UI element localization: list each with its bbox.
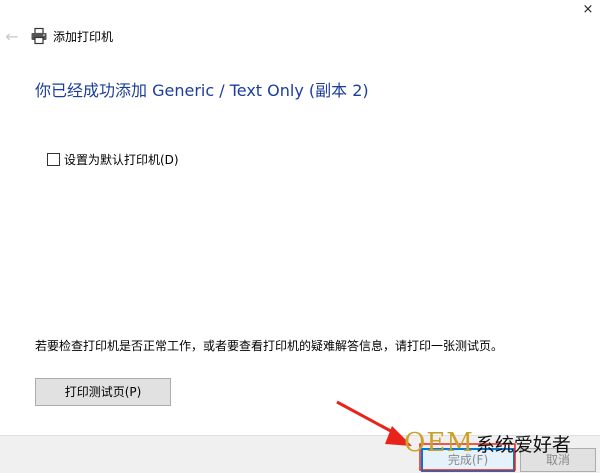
printer-icon xyxy=(31,27,47,45)
finish-button[interactable]: 完成(F) xyxy=(421,448,515,472)
back-arrow-icon[interactable]: ← xyxy=(1,26,23,48)
window-title: 添加打印机 xyxy=(53,30,114,44)
dialog-footer: 完成(F) 取消 xyxy=(0,435,600,473)
cancel-button[interactable]: 取消 xyxy=(520,448,596,472)
page-heading: 你已经成功添加 Generic / Text Only (副本 2) xyxy=(35,81,369,100)
test-page-info-text: 若要检查打印机是否正常工作，或者要查看打印机的疑难解答信息，请打印一张测试页。 xyxy=(35,339,504,353)
print-test-page-button[interactable]: 打印测试页(P) xyxy=(35,378,171,406)
close-icon[interactable]: × xyxy=(576,0,600,20)
default-printer-checkbox[interactable] xyxy=(47,152,60,166)
default-printer-option[interactable]: 设置为默认打印机(D) xyxy=(47,151,179,167)
title-bar: ← 添加打印机 × xyxy=(0,0,600,70)
add-printer-dialog: ← 添加打印机 × 你已经成功添加 Generic / Text Only (副… xyxy=(0,0,600,473)
default-printer-label[interactable]: 设置为默认打印机(D) xyxy=(64,151,179,168)
